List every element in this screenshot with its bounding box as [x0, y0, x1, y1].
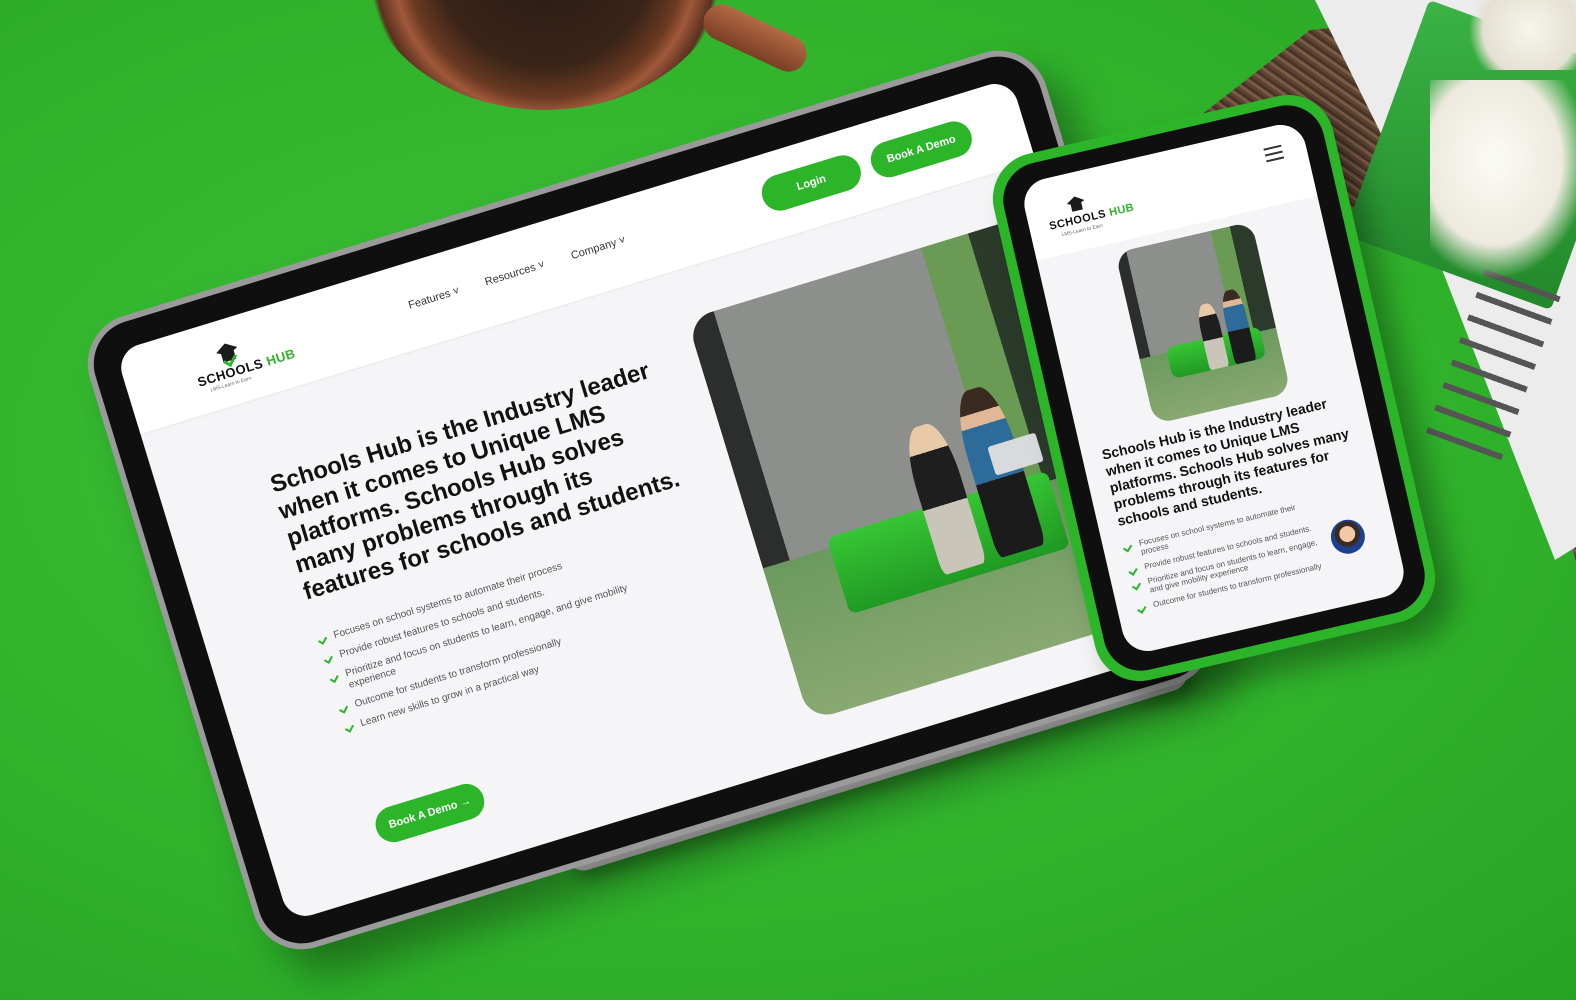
book-demo-hero-button[interactable]: Book A Demo →	[371, 779, 489, 847]
check-icon	[323, 654, 333, 664]
chat-avatar[interactable]	[1327, 516, 1369, 558]
mobile-hero-title: Schools Hub is the Industry leader when …	[1100, 395, 1351, 529]
check-icon	[1131, 580, 1142, 591]
logo-word-hub: HUB	[1108, 201, 1136, 219]
check-icon	[1137, 603, 1147, 614]
check-icon	[344, 722, 355, 733]
flower	[1430, 80, 1576, 280]
nav-item-resources[interactable]: Resources ˅	[484, 259, 547, 289]
book-demo-header-button[interactable]: Book A Demo	[866, 116, 977, 182]
nav-item-company[interactable]: Company ˅	[570, 234, 628, 262]
logo-word-hub: HUB	[264, 345, 298, 369]
nav-label-company: Company	[569, 236, 619, 263]
coffee-cup	[360, 0, 730, 110]
graduation-cap-icon	[1066, 194, 1087, 214]
logo-wordmark: SCHOOLS HUB	[196, 346, 298, 390]
nav-item-features[interactable]: Features ˅	[407, 285, 461, 312]
check-icon	[339, 703, 349, 714]
check-icon	[329, 673, 339, 684]
cup-handle	[697, 0, 813, 78]
check-icon	[1128, 565, 1138, 576]
login-button[interactable]: Login	[757, 150, 866, 216]
nav-label-resources: Resources	[483, 261, 538, 289]
mobile-hero-photo	[1115, 221, 1292, 425]
nav-label-features: Features	[407, 287, 453, 312]
hamburger-menu-icon[interactable]	[1263, 144, 1285, 167]
chevron-down-icon: ˅	[536, 258, 547, 273]
chevron-down-icon: ˅	[451, 284, 462, 299]
chevron-down-icon: ˅	[617, 234, 628, 248]
check-icon	[1123, 542, 1133, 553]
flower-petal	[1470, 0, 1576, 70]
check-icon	[318, 634, 328, 645]
